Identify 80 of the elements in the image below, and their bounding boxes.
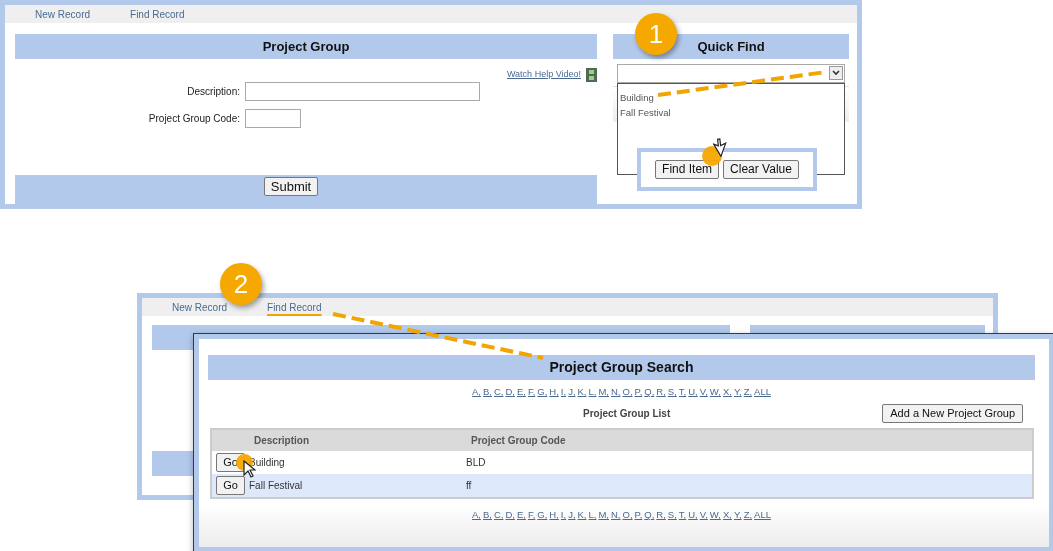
letter-link[interactable]: A, xyxy=(471,508,481,522)
letter-link[interactable]: S, xyxy=(667,508,677,522)
field-label: Project Group Code: xyxy=(147,112,240,126)
letter-link[interactable]: N, xyxy=(611,385,621,399)
letter-link[interactable]: K, xyxy=(577,385,587,399)
letter-link[interactable]: R, xyxy=(656,385,666,399)
letter-link[interactable]: G, xyxy=(537,508,548,522)
letter-link[interactable]: Y, xyxy=(733,508,742,522)
letter-link[interactable]: ALL xyxy=(754,385,771,399)
letter-link[interactable]: I, xyxy=(560,385,567,399)
letter-link[interactable]: V, xyxy=(699,385,708,399)
letter-link[interactable]: G, xyxy=(537,385,548,399)
letter-link[interactable]: W, xyxy=(709,385,721,399)
letter-link[interactable]: P, xyxy=(634,508,643,522)
letter-link[interactable]: F, xyxy=(527,385,536,399)
letter-link[interactable]: Q, xyxy=(644,508,655,522)
add-button[interactable]: Add a New Project Group xyxy=(882,403,1023,423)
letter-link[interactable]: O, xyxy=(622,385,633,399)
letter-link[interactable]: U, xyxy=(688,508,698,522)
letter-link[interactable]: V, xyxy=(699,508,708,522)
list-title: Project Group List xyxy=(583,406,671,421)
letter-link[interactable]: H, xyxy=(549,385,559,399)
letter-link[interactable]: Z, xyxy=(743,508,753,522)
letter-link[interactable]: D, xyxy=(505,508,515,522)
letter-link[interactable]: E, xyxy=(516,508,526,522)
letter-link[interactable]: O, xyxy=(622,508,633,522)
letter-link[interactable]: B, xyxy=(482,508,492,522)
letter-link[interactable]: Q, xyxy=(644,385,655,399)
dropdown-item[interactable]: Building xyxy=(620,90,842,105)
text-field[interactable] xyxy=(245,109,301,128)
submit-button[interactable]: Submit xyxy=(263,177,319,196)
letter-link[interactable]: F, xyxy=(527,508,536,522)
letter-link[interactable]: C, xyxy=(493,385,504,399)
letter-link[interactable]: D, xyxy=(505,385,515,399)
letter-link[interactable]: N, xyxy=(611,508,621,522)
letter-link[interactable]: X, xyxy=(722,508,732,522)
letter-link[interactable]: J, xyxy=(568,385,576,399)
text-field[interactable] xyxy=(245,82,480,101)
letter-link[interactable]: Y, xyxy=(733,385,742,399)
action-button[interactable]: Clear Value xyxy=(723,160,799,179)
table-cell-text: ff xyxy=(465,479,472,493)
letter-link[interactable]: Z, xyxy=(743,385,753,399)
table-cell-text: BLD xyxy=(465,456,486,470)
letter-link[interactable]: S, xyxy=(667,385,677,399)
go-button[interactable]: Go xyxy=(216,476,245,495)
chevron-icon xyxy=(829,66,843,80)
letter-link[interactable]: M, xyxy=(598,385,609,399)
letter-link[interactable]: R, xyxy=(656,508,666,522)
field-label: Description: xyxy=(186,85,240,99)
dropdown-item[interactable]: Fall Festival xyxy=(620,105,842,120)
select-field[interactable] xyxy=(617,64,845,83)
letter-link[interactable]: B, xyxy=(482,385,492,399)
letter-link[interactable]: J, xyxy=(568,508,576,522)
letter-link[interactable]: E, xyxy=(516,385,526,399)
section-header: Project Group xyxy=(15,34,597,59)
letter-link[interactable]: ALL xyxy=(754,508,771,522)
column-header: Project Group Code xyxy=(471,434,566,448)
section-header: Project Group Search xyxy=(208,355,1035,380)
toolbar-link[interactable]: New Record xyxy=(35,6,91,22)
film-icon xyxy=(586,68,597,82)
letter-link[interactable]: X, xyxy=(722,385,732,399)
toolbar-link[interactable]: Find Record xyxy=(130,6,185,22)
letter-link[interactable]: W, xyxy=(709,508,721,522)
letter-link[interactable]: A, xyxy=(471,385,481,399)
action-button[interactable]: Find Item xyxy=(655,160,720,179)
letter-link[interactable]: H, xyxy=(549,508,559,522)
letter-link[interactable]: T, xyxy=(678,385,687,399)
toolbar-link[interactable]: Find Record xyxy=(267,299,322,315)
letter-link[interactable]: U, xyxy=(688,385,698,399)
letter-link[interactable]: T, xyxy=(678,508,687,522)
letter-link[interactable]: L, xyxy=(588,508,597,522)
letter-link[interactable]: C, xyxy=(493,508,504,522)
table-cell-text: Fall Festival xyxy=(248,479,304,493)
letter-link[interactable]: K, xyxy=(577,508,587,522)
column-header: Description xyxy=(254,434,310,448)
letter-link[interactable]: P, xyxy=(634,385,643,399)
help-video-link[interactable]: Watch Help Video! xyxy=(506,68,581,82)
letter-link[interactable]: M, xyxy=(598,508,609,522)
letter-link[interactable]: I, xyxy=(560,508,567,522)
letter-link[interactable]: L, xyxy=(588,385,597,399)
